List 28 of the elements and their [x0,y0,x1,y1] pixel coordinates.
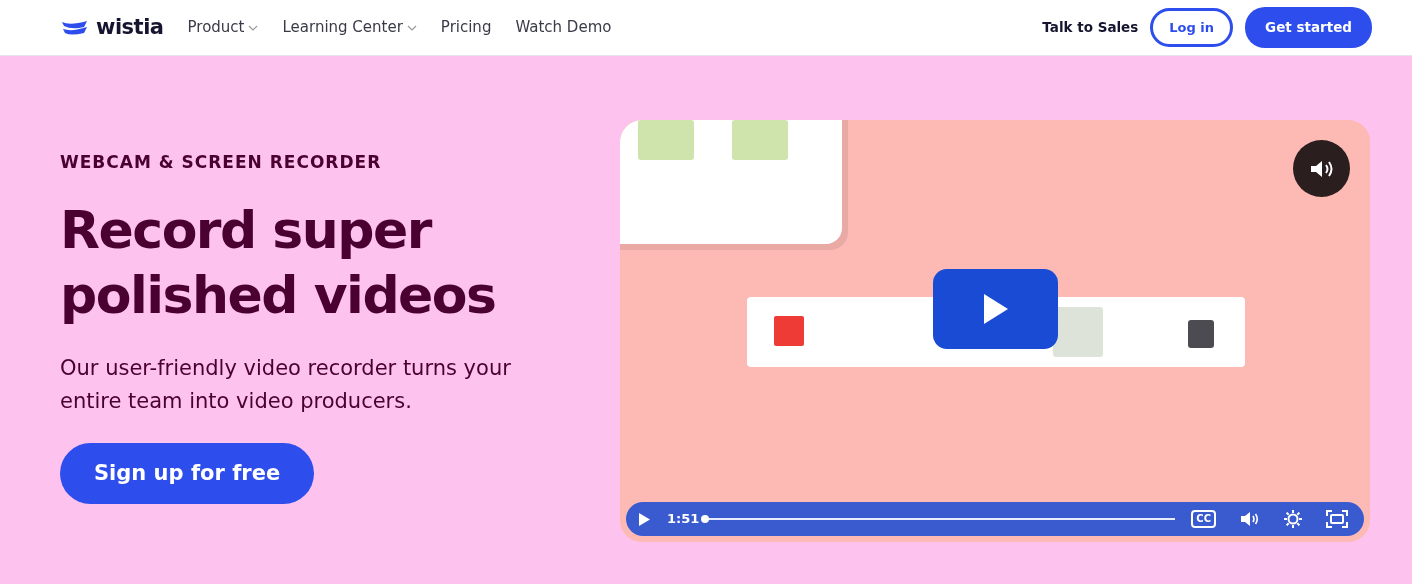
volume-icon [1308,158,1335,179]
time-label: 1:51 [667,510,700,529]
hero-heading: Record super polished videos [60,198,497,327]
captions-button[interactable]: CC [1191,510,1216,528]
settings-icon [1284,510,1302,528]
play-button[interactable] [638,511,651,527]
fullscreen-icon [1326,510,1348,528]
signup-button[interactable]: Sign up for free [60,442,315,505]
eyebrow-label: WEBCAM & SCREEN RECORDER [60,151,383,174]
nav-menu-item[interactable]: Pricing [440,16,492,39]
play-icon [638,511,651,527]
logo-icon [62,19,88,36]
nav-menu-item[interactable]: Learning Center [282,16,417,39]
talk-to-sales-link[interactable]: Talk to Sales [1042,17,1139,38]
hero-subtitle: Our user-friendly video recorder turns your entire team into video producers. [60,354,512,416]
login-button[interactable]: Log in [1150,7,1234,48]
play-icon [981,292,1010,326]
play-button[interactable] [933,269,1058,349]
volume-icon [1240,511,1260,527]
logo[interactable]: wistia [96,11,164,44]
nav-menu-item[interactable]: Product [187,16,259,39]
fullscreen-button[interactable] [1326,510,1348,528]
chevron-down-icon [406,24,417,31]
settings-button[interactable] [1284,510,1302,528]
get-started-button[interactable]: Get started [1245,7,1372,48]
chevron-down-icon [248,24,259,31]
progress-thumb[interactable] [701,515,710,523]
nav-menu-item[interactable]: Watch Demo [515,16,612,39]
